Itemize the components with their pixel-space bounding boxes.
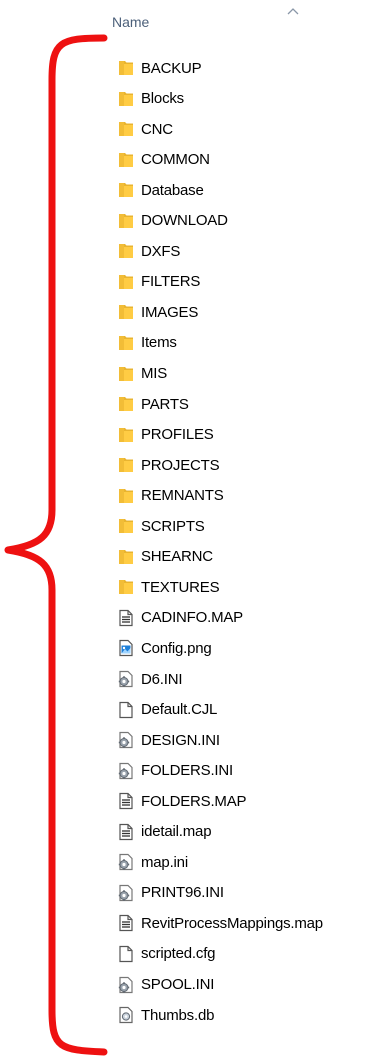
db-file-icon bbox=[116, 1005, 136, 1025]
file-item[interactable]: Default.CJL bbox=[116, 697, 369, 723]
file-item[interactable]: PRINT96.INI bbox=[116, 880, 369, 906]
folder-item[interactable]: Database bbox=[116, 177, 369, 203]
curly-brace-annotation bbox=[4, 34, 108, 1056]
item-name-label: DESIGN.INI bbox=[141, 731, 220, 749]
file-item[interactable]: Config.png bbox=[116, 635, 369, 661]
folder-item[interactable]: REMNANTS bbox=[116, 483, 369, 509]
item-name-label: D6.INI bbox=[141, 670, 183, 688]
folder-item[interactable]: SCRIPTS bbox=[116, 513, 369, 539]
item-name-label: idetail.map bbox=[141, 823, 212, 841]
blank-file-icon bbox=[116, 944, 136, 964]
item-name-label: Default.CJL bbox=[141, 701, 218, 719]
folder-item[interactable]: PARTS bbox=[116, 391, 369, 417]
folder-item[interactable]: PROFILES bbox=[116, 422, 369, 448]
sort-ascending-icon bbox=[287, 8, 299, 15]
file-item[interactable]: FOLDERS.INI bbox=[116, 758, 369, 784]
folder-icon bbox=[116, 211, 136, 231]
file-item[interactable]: scripted.cfg bbox=[116, 941, 369, 967]
folder-item[interactable]: SHEARNC bbox=[116, 544, 369, 570]
item-name-label: scripted.cfg bbox=[141, 945, 216, 963]
item-name-label: MIS bbox=[141, 365, 168, 382]
folder-icon bbox=[116, 180, 136, 200]
folder-item[interactable]: IMAGES bbox=[116, 299, 369, 325]
item-name-label: IMAGES bbox=[141, 303, 199, 321]
file-item[interactable]: DESIGN.INI bbox=[116, 727, 369, 753]
item-name-label: PROFILES bbox=[141, 426, 214, 444]
file-item[interactable]: map.ini bbox=[116, 849, 369, 875]
folder-icon bbox=[116, 425, 136, 445]
item-name-label: SHEARNC bbox=[141, 548, 213, 566]
folder-icon bbox=[116, 486, 136, 506]
item-name-label: Database bbox=[141, 181, 204, 199]
item-name-label: SPOOL.INI bbox=[141, 976, 215, 993]
folder-item[interactable]: MIS bbox=[116, 361, 369, 387]
folder-icon bbox=[116, 547, 136, 567]
text-file-icon bbox=[116, 608, 136, 628]
file-item[interactable]: Thumbs.db bbox=[116, 1002, 369, 1028]
config-file-icon bbox=[116, 975, 136, 995]
folder-icon bbox=[116, 333, 136, 353]
item-name-label: DOWNLOAD bbox=[141, 212, 228, 230]
item-name-label: PARTS bbox=[141, 395, 189, 413]
item-name-label: Thumbs.db bbox=[141, 1006, 215, 1024]
item-name-label: FOLDERS.INI bbox=[141, 762, 233, 780]
file-item[interactable]: SPOOL.INI bbox=[116, 972, 369, 998]
folder-icon bbox=[116, 516, 136, 536]
folder-item[interactable]: TEXTURES bbox=[116, 574, 369, 600]
item-name-label: SCRIPTS bbox=[141, 517, 205, 535]
folder-icon bbox=[116, 394, 136, 414]
text-file-icon bbox=[116, 791, 136, 811]
folder-icon bbox=[116, 302, 136, 322]
image-file-icon bbox=[116, 638, 136, 658]
folder-icon bbox=[116, 455, 136, 475]
text-file-icon bbox=[116, 913, 136, 933]
folder-item[interactable]: Blocks bbox=[116, 86, 369, 112]
folder-item[interactable]: DXFS bbox=[116, 238, 369, 264]
item-name-label: Blocks bbox=[141, 90, 184, 108]
config-file-icon bbox=[116, 852, 136, 872]
item-name-label: PROJECTS bbox=[141, 456, 220, 474]
file-item[interactable]: D6.INI bbox=[116, 666, 369, 692]
item-name-label: Config.png bbox=[141, 639, 212, 657]
item-name-label: COMMON bbox=[141, 151, 210, 169]
file-item[interactable]: CADINFO.MAP bbox=[116, 605, 369, 631]
item-name-label: map.ini bbox=[141, 853, 188, 871]
folder-icon bbox=[116, 89, 136, 109]
text-file-icon bbox=[116, 822, 136, 842]
item-name-label: FOLDERS.MAP bbox=[141, 792, 247, 810]
folder-item[interactable]: PROJECTS bbox=[116, 452, 369, 478]
blank-file-icon bbox=[116, 700, 136, 720]
item-name-label: RevitProcessMappings.map bbox=[141, 914, 323, 932]
item-name-label: DXFS bbox=[141, 242, 181, 260]
folder-icon bbox=[116, 119, 136, 139]
item-name-label: CNC bbox=[141, 120, 173, 138]
item-name-label: FILTERS bbox=[141, 273, 201, 291]
file-item[interactable]: RevitProcessMappings.map bbox=[116, 910, 369, 936]
item-name-label: PRINT96.INI bbox=[141, 884, 224, 902]
folder-icon bbox=[116, 150, 136, 170]
config-file-icon bbox=[116, 883, 136, 903]
file-item[interactable]: FOLDERS.MAP bbox=[116, 788, 369, 814]
item-name-label: Items bbox=[141, 334, 177, 352]
folder-item[interactable]: Items bbox=[116, 330, 369, 356]
folder-icon bbox=[116, 272, 136, 292]
config-file-icon bbox=[116, 761, 136, 781]
folder-item[interactable]: COMMON bbox=[116, 147, 369, 173]
item-name-label: TEXTURES bbox=[141, 578, 220, 596]
folder-icon bbox=[116, 241, 136, 261]
folder-icon bbox=[116, 58, 136, 78]
item-name-label: REMNANTS bbox=[141, 487, 224, 505]
folder-item[interactable]: FILTERS bbox=[116, 269, 369, 295]
item-name-label: BACKUP bbox=[141, 59, 202, 77]
folder-icon bbox=[116, 577, 136, 597]
config-file-icon bbox=[116, 730, 136, 750]
config-file-icon bbox=[116, 669, 136, 689]
item-name-label: CADINFO.MAP bbox=[141, 609, 243, 627]
folder-item[interactable]: DOWNLOAD bbox=[116, 208, 369, 234]
file-item[interactable]: idetail.map bbox=[116, 819, 369, 845]
folder-item[interactable]: BACKUP bbox=[116, 55, 369, 81]
folder-icon bbox=[116, 364, 136, 384]
folder-item[interactable]: CNC bbox=[116, 116, 369, 142]
